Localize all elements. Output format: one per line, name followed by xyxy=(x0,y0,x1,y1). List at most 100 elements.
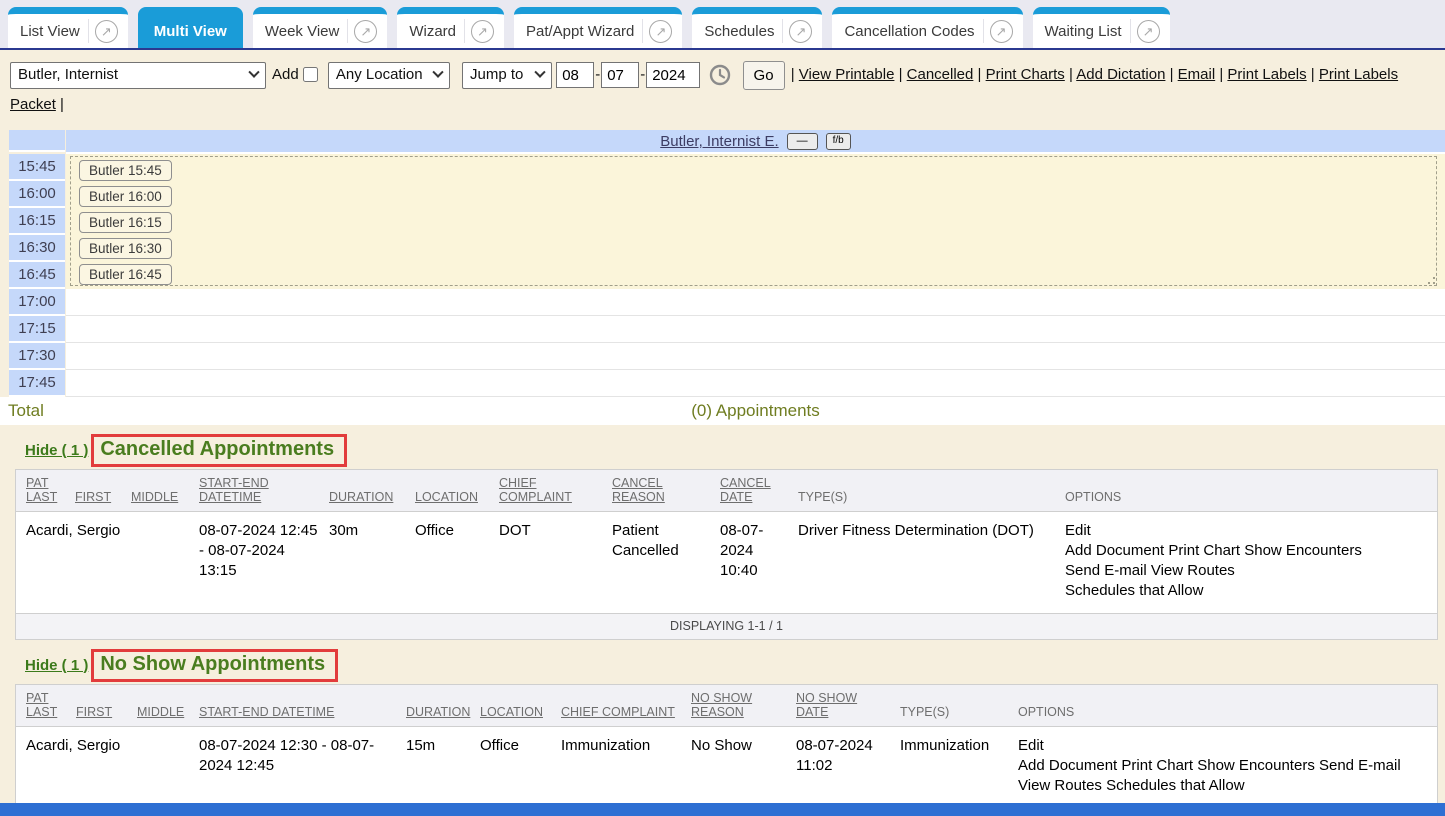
toolbar-link[interactable]: Print Charts xyxy=(986,66,1065,83)
col-pat-last[interactable]: PAT LAST xyxy=(16,685,76,727)
col-cancel-reason[interactable]: CANCEL REASON xyxy=(612,470,720,512)
open-new-window-icon[interactable]: ↗ xyxy=(354,20,377,43)
time-slot-label[interactable]: 17:45 xyxy=(9,370,65,397)
add-provider-checkbox[interactable] xyxy=(303,67,318,82)
col-noshow-date[interactable]: NO SHOW DATE xyxy=(796,685,900,727)
col-chief-complaint[interactable]: CHIEF COMPLAINT xyxy=(561,685,691,727)
cell-types: Immunization xyxy=(900,727,1018,809)
view-tab[interactable]: Pat/Appt Wizard ↗ xyxy=(514,7,682,48)
tab-divider xyxy=(88,19,89,43)
time-slot-label[interactable]: 16:00 xyxy=(9,181,65,208)
noshow-hide-link[interactable]: Hide ( 1 ) xyxy=(25,657,88,674)
appointment-slot-button[interactable]: Butler 15:45 xyxy=(79,160,172,181)
resize-handle-icon[interactable] xyxy=(1428,277,1435,284)
time-column-corner xyxy=(9,130,65,152)
schedule-row-body[interactable] xyxy=(66,343,1445,370)
col-pat-last[interactable]: PAT LAST xyxy=(16,470,75,512)
schedule-row: 17:00 xyxy=(0,289,1445,316)
collapse-column-button[interactable]: — xyxy=(787,133,818,150)
option-links[interactable]: Send E-mail View Routes xyxy=(1065,561,1429,581)
col-chief-complaint[interactable]: CHIEF COMPLAINT xyxy=(499,470,612,512)
col-types: TYPE(S) xyxy=(900,685,1018,727)
view-tab[interactable]: Cancellation Codes ↗ xyxy=(832,7,1022,48)
col-first[interactable]: FIRST xyxy=(76,685,137,727)
appointment-slot-button[interactable]: Butler 16:15 xyxy=(79,212,172,233)
option-link-edit[interactable]: Edit xyxy=(1065,521,1429,541)
open-new-window-icon[interactable]: ↗ xyxy=(789,20,812,43)
col-duration[interactable]: DURATION xyxy=(329,470,415,512)
location-select[interactable]: Any Location xyxy=(328,62,450,89)
col-types: TYPE(S) xyxy=(798,470,1065,512)
toolbar-link[interactable]: View Printable xyxy=(799,66,895,83)
open-new-window-icon[interactable]: ↗ xyxy=(1137,20,1160,43)
open-new-window-icon[interactable]: ↗ xyxy=(95,20,118,43)
cell-middle xyxy=(137,727,199,809)
toolbar-link[interactable]: Print Labels xyxy=(1227,66,1306,83)
date-year-input[interactable] xyxy=(646,62,700,88)
view-tab[interactable]: Week View ↗ xyxy=(253,7,387,48)
time-slot-label[interactable]: 17:00 xyxy=(9,289,65,316)
col-start-end[interactable]: START-END DATETIME xyxy=(199,685,406,727)
appointment-slot-button[interactable]: Butler 16:00 xyxy=(79,186,172,207)
total-label: Total xyxy=(8,401,66,421)
schedule-row-body[interactable] xyxy=(66,316,1445,343)
jump-to-select[interactable]: Jump to xyxy=(462,62,552,89)
chevron-down-icon xyxy=(432,67,443,78)
view-tab[interactable]: Wizard ↗ xyxy=(397,7,504,48)
schedule-row-body[interactable] xyxy=(66,289,1445,316)
schedule-row-body[interactable] xyxy=(66,370,1445,397)
col-middle[interactable]: MIDDLE xyxy=(137,685,199,727)
jump-to-select-value: Jump to xyxy=(470,60,523,90)
col-location[interactable]: LOCATION xyxy=(480,685,561,727)
provider-header-link[interactable]: Butler, Internist E. xyxy=(660,133,778,150)
option-links[interactable]: Add Document Print Chart Show Encounters xyxy=(1065,541,1429,561)
option-links[interactable]: View Routes Schedules that Allow xyxy=(1018,776,1429,796)
bottom-bar xyxy=(0,803,1445,816)
clock-icon[interactable] xyxy=(708,63,732,87)
provider-select[interactable]: Butler, Internist xyxy=(10,62,266,89)
view-tab[interactable]: List View ↗ xyxy=(8,7,128,48)
col-location[interactable]: LOCATION xyxy=(415,470,499,512)
view-tab[interactable]: Waiting List ↗ xyxy=(1033,7,1170,48)
col-first[interactable]: FIRST xyxy=(75,470,131,512)
noshow-section-header: Hide ( 1 ) No Show Appointments xyxy=(25,648,1445,682)
view-tab-label: Multi View xyxy=(154,23,227,40)
option-links[interactable]: Schedules that Allow xyxy=(1065,581,1429,601)
col-start-end[interactable]: START-END DATETIME xyxy=(199,470,329,512)
option-links[interactable]: Add Document Print Chart Show Encounters… xyxy=(1018,756,1429,776)
open-new-window-icon[interactable]: ↗ xyxy=(471,20,494,43)
cell-cancel-reason: Patient Cancelled xyxy=(612,512,720,614)
cell-pat-name: Acardi, Sergio xyxy=(16,727,76,809)
toolbar-link[interactable]: Cancelled xyxy=(907,66,974,83)
time-slot-label[interactable]: 17:15 xyxy=(9,316,65,343)
go-button[interactable]: Go xyxy=(743,61,785,90)
toolbar-link[interactable]: Add Dictation xyxy=(1076,66,1165,83)
tab-divider xyxy=(464,19,465,43)
col-middle[interactable]: MIDDLE xyxy=(131,470,199,512)
time-slot-label[interactable]: 16:45 xyxy=(9,262,65,289)
time-slot-label[interactable]: 15:45 xyxy=(9,154,65,181)
appointment-slot-button[interactable]: Butler 16:45 xyxy=(79,264,172,285)
view-tab[interactable]: Schedules ↗ xyxy=(692,7,822,48)
noshow-header-row: PAT LAST FIRST MIDDLE START-END DATETIME… xyxy=(16,685,1437,727)
view-tab-label: Week View xyxy=(265,23,347,40)
date-day-input[interactable] xyxy=(601,62,639,88)
cancelled-hide-link[interactable]: Hide ( 1 ) xyxy=(25,442,88,459)
option-link-edit[interactable]: Edit xyxy=(1018,736,1429,756)
cell-types: Driver Fitness Determination (DOT) xyxy=(798,512,1065,614)
appointment-slot-button[interactable]: Butler 16:30 xyxy=(79,238,172,259)
fb-button[interactable]: f/b xyxy=(826,133,851,150)
col-duration[interactable]: DURATION xyxy=(406,685,480,727)
open-new-window-icon[interactable]: ↗ xyxy=(990,20,1013,43)
time-slot-label[interactable]: 16:30 xyxy=(9,235,65,262)
col-noshow-reason[interactable]: NO SHOW REASON xyxy=(691,685,796,727)
col-cancel-date[interactable]: CANCEL DATE xyxy=(720,470,798,512)
view-tab[interactable]: Multi View ↗ xyxy=(138,7,243,48)
date-month-input[interactable] xyxy=(556,62,594,88)
open-new-window-icon[interactable]: ↗ xyxy=(649,20,672,43)
total-row: Total (0) Appointments xyxy=(0,397,1445,425)
time-slot-label[interactable]: 16:15 xyxy=(9,208,65,235)
toolbar-link[interactable]: Email xyxy=(1178,66,1216,83)
view-tab-label: Pat/Appt Wizard xyxy=(526,23,642,40)
time-slot-label[interactable]: 17:30 xyxy=(9,343,65,370)
